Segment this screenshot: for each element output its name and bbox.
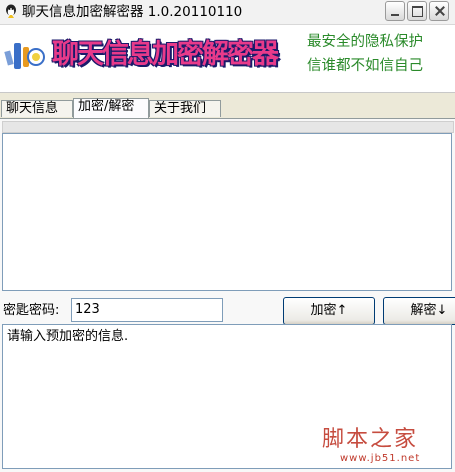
output-textarea[interactable] xyxy=(2,133,452,291)
key-label: 密匙密码: xyxy=(3,303,60,318)
watermark-text: 脚本之家 xyxy=(322,427,419,452)
decrypt-button[interactable]: 解密↓ xyxy=(383,297,455,325)
title-bar: 聊天信息加密解密器 1.0.20110110 xyxy=(0,0,455,25)
tab-chat-info[interactable]: 聊天信息 xyxy=(1,100,73,117)
tab-strip: 聊天信息 加密/解密 关于我们 xyxy=(0,98,455,119)
logo-icon xyxy=(4,43,45,69)
app-icon xyxy=(6,4,16,18)
tab-about-us[interactable]: 关于我们 xyxy=(149,100,221,117)
encrypt-decrypt-panel: 密匙密码: 123 加密↑ 解密↓ 请输入预加密的信息. xyxy=(0,119,455,472)
key-password-input[interactable]: 123 xyxy=(71,298,223,322)
slogan-line-2: 信谁都不如信自己 xyxy=(307,58,423,74)
tab-encrypt-decrypt[interactable]: 加密/解密 xyxy=(73,98,149,118)
minimize-button[interactable] xyxy=(385,1,405,21)
logo-text: 聊天信息加密解密器 xyxy=(52,39,279,70)
banner: 聊天信息加密解密器 最安全的隐私保护 信谁都不如信自己 xyxy=(0,25,455,93)
slogan-line-1: 最安全的隐私保护 xyxy=(307,34,423,50)
window-title: 聊天信息加密解密器 1.0.20110110 xyxy=(22,4,243,20)
panel-header-bar xyxy=(2,121,454,133)
close-button[interactable] xyxy=(429,1,449,21)
encrypt-button[interactable]: 加密↑ xyxy=(283,297,375,325)
watermark-url: www.jb51.net xyxy=(340,453,421,464)
maximize-button[interactable] xyxy=(407,1,427,21)
watermark: 脚本之家 www.jb51.net xyxy=(318,427,448,467)
